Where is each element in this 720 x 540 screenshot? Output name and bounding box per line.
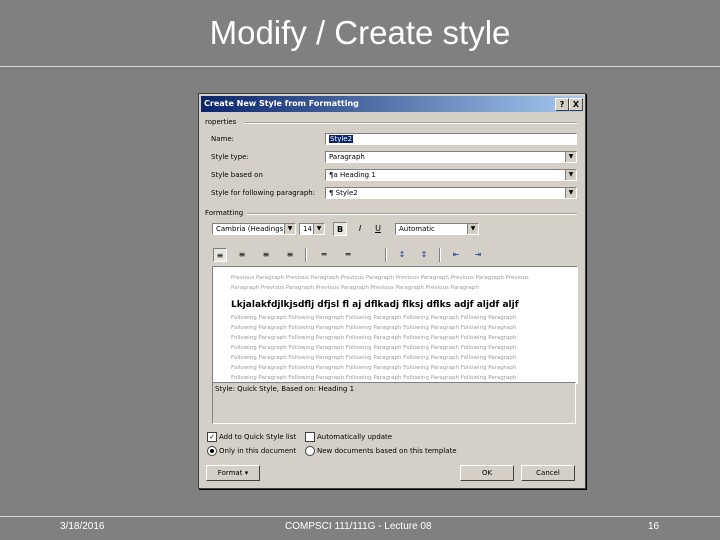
preview-following-line: Following Paragraph Following Paragraph … bbox=[231, 375, 517, 381]
close-button[interactable]: X bbox=[569, 98, 583, 111]
single-spacing-button[interactable]: ═ bbox=[317, 248, 331, 262]
style-type-dropdown-arrow-icon[interactable]: ▼ bbox=[565, 152, 576, 162]
dialog-titlebar: Create New Style from Formatting ? X bbox=[201, 96, 583, 112]
style-description: Style: Quick Style, Based on: Heading 1 bbox=[212, 382, 576, 424]
based-on-dropdown-arrow-icon[interactable]: ▼ bbox=[565, 170, 576, 180]
based-on-value: ¶a Heading 1 bbox=[329, 171, 376, 179]
align-right-button[interactable]: ≡ bbox=[259, 248, 273, 262]
bold-button[interactable]: B bbox=[333, 222, 347, 236]
color-dropdown-arrow-icon[interactable]: ▼ bbox=[467, 224, 478, 234]
decrease-indent-icon[interactable]: ⇤ bbox=[449, 248, 463, 262]
italic-button[interactable]: I bbox=[353, 222, 367, 236]
auto-update-checkbox[interactable] bbox=[305, 432, 315, 442]
name-value: Style2 bbox=[329, 135, 354, 143]
preview-following-line: Following Paragraph Following Paragraph … bbox=[231, 315, 517, 321]
style-type-select[interactable]: Paragraph ▼ bbox=[325, 151, 577, 163]
preview-following-line: Following Paragraph Following Paragraph … bbox=[231, 365, 517, 371]
preview-following-line: Following Paragraph Following Paragraph … bbox=[231, 345, 517, 351]
justify-button[interactable]: ≡ bbox=[283, 248, 297, 262]
title-divider bbox=[0, 66, 720, 67]
properties-group-label: roperties bbox=[205, 118, 237, 126]
name-field[interactable]: Style2 bbox=[325, 133, 577, 145]
font-select[interactable]: Cambria (Headings) ▼ bbox=[212, 223, 296, 235]
preview-following-line: Following Paragraph Following Paragraph … bbox=[231, 355, 517, 361]
increase-indent-icon[interactable]: ⇥ bbox=[471, 248, 485, 262]
help-button[interactable]: ? bbox=[555, 98, 569, 111]
style-type-label: Style type: bbox=[211, 153, 249, 161]
font-size-select[interactable]: 14 ▼ bbox=[299, 223, 325, 235]
align-left-button[interactable]: ≡ bbox=[213, 248, 227, 262]
following-label: Style for following paragraph: bbox=[211, 189, 316, 197]
slide-title: Modify / Create style bbox=[209, 14, 511, 51]
add-quick-style-label: Add to Quick Style list bbox=[219, 433, 297, 441]
font-size-value: 14 bbox=[303, 225, 312, 233]
following-dropdown-arrow-icon[interactable]: ▼ bbox=[565, 188, 576, 198]
based-on-select[interactable]: ¶a Heading 1 ▼ bbox=[325, 169, 577, 181]
formatting-group-label: Formatting bbox=[205, 209, 244, 217]
ok-button[interactable]: OK bbox=[460, 465, 514, 481]
dialog-title: Create New Style from Formatting bbox=[204, 99, 359, 108]
new-documents-label: New documents based on this template bbox=[317, 447, 457, 455]
only-this-document-label: Only in this document bbox=[219, 447, 297, 455]
font-color-select[interactable]: Automatic ▼ bbox=[395, 223, 479, 235]
formatting-divider bbox=[247, 213, 577, 215]
properties-divider bbox=[245, 122, 577, 124]
cancel-button[interactable]: Cancel bbox=[521, 465, 575, 481]
footer-page-number: 16 bbox=[648, 521, 660, 532]
style-type-value: Paragraph bbox=[329, 153, 365, 161]
new-documents-radio[interactable] bbox=[305, 446, 315, 456]
preview-sample-text: Lkjalakfdjlkjsdflj dfjsl fl aj dflkadj f… bbox=[231, 300, 519, 310]
based-on-label: Style based on bbox=[211, 171, 263, 179]
toolbar-separator bbox=[305, 248, 307, 262]
size-dropdown-arrow-icon[interactable]: ▼ bbox=[313, 224, 324, 234]
preview-following-line: Following Paragraph Following Paragraph … bbox=[231, 325, 517, 331]
preview-previous-line: Previous Paragraph Previous Paragraph Pr… bbox=[231, 275, 529, 281]
add-quick-style-checkbox[interactable]: ✓ bbox=[207, 432, 217, 442]
auto-update-label: Automatically update bbox=[317, 433, 393, 441]
name-label: Name: bbox=[211, 135, 235, 143]
style-preview: Previous Paragraph Previous Paragraph Pr… bbox=[212, 266, 578, 384]
double-spacing-button[interactable]: ═ bbox=[341, 248, 355, 262]
format-button[interactable]: Format ▾ bbox=[206, 465, 260, 481]
toolbar-separator bbox=[439, 248, 441, 262]
footer-course: COMPSCI 111/111G - Lecture 08 bbox=[285, 521, 432, 532]
preview-previous-line: Paragraph Previous Paragraph Previous Pa… bbox=[231, 285, 479, 291]
following-select[interactable]: ¶ Style2 ▼ bbox=[325, 187, 577, 199]
footer-date: 3/18/2016 bbox=[60, 521, 105, 532]
toolbar-separator bbox=[385, 248, 387, 262]
font-color-value: Automatic bbox=[399, 225, 435, 233]
underline-button[interactable]: U bbox=[371, 222, 385, 236]
line-spacing-decrease-icon[interactable]: ↕ bbox=[417, 248, 431, 262]
line-spacing-increase-icon[interactable]: ↕ bbox=[395, 248, 409, 262]
footer-divider bbox=[0, 516, 720, 517]
only-this-document-radio[interactable] bbox=[207, 446, 217, 456]
create-style-dialog: Create New Style from Formatting ? X rop… bbox=[198, 93, 586, 489]
preview-following-line: Following Paragraph Following Paragraph … bbox=[231, 335, 517, 341]
font-dropdown-arrow-icon[interactable]: ▼ bbox=[284, 224, 295, 234]
align-center-button[interactable]: ≡ bbox=[235, 248, 249, 262]
font-value: Cambria (Headings) bbox=[216, 225, 287, 233]
following-value: ¶ Style2 bbox=[329, 189, 358, 197]
